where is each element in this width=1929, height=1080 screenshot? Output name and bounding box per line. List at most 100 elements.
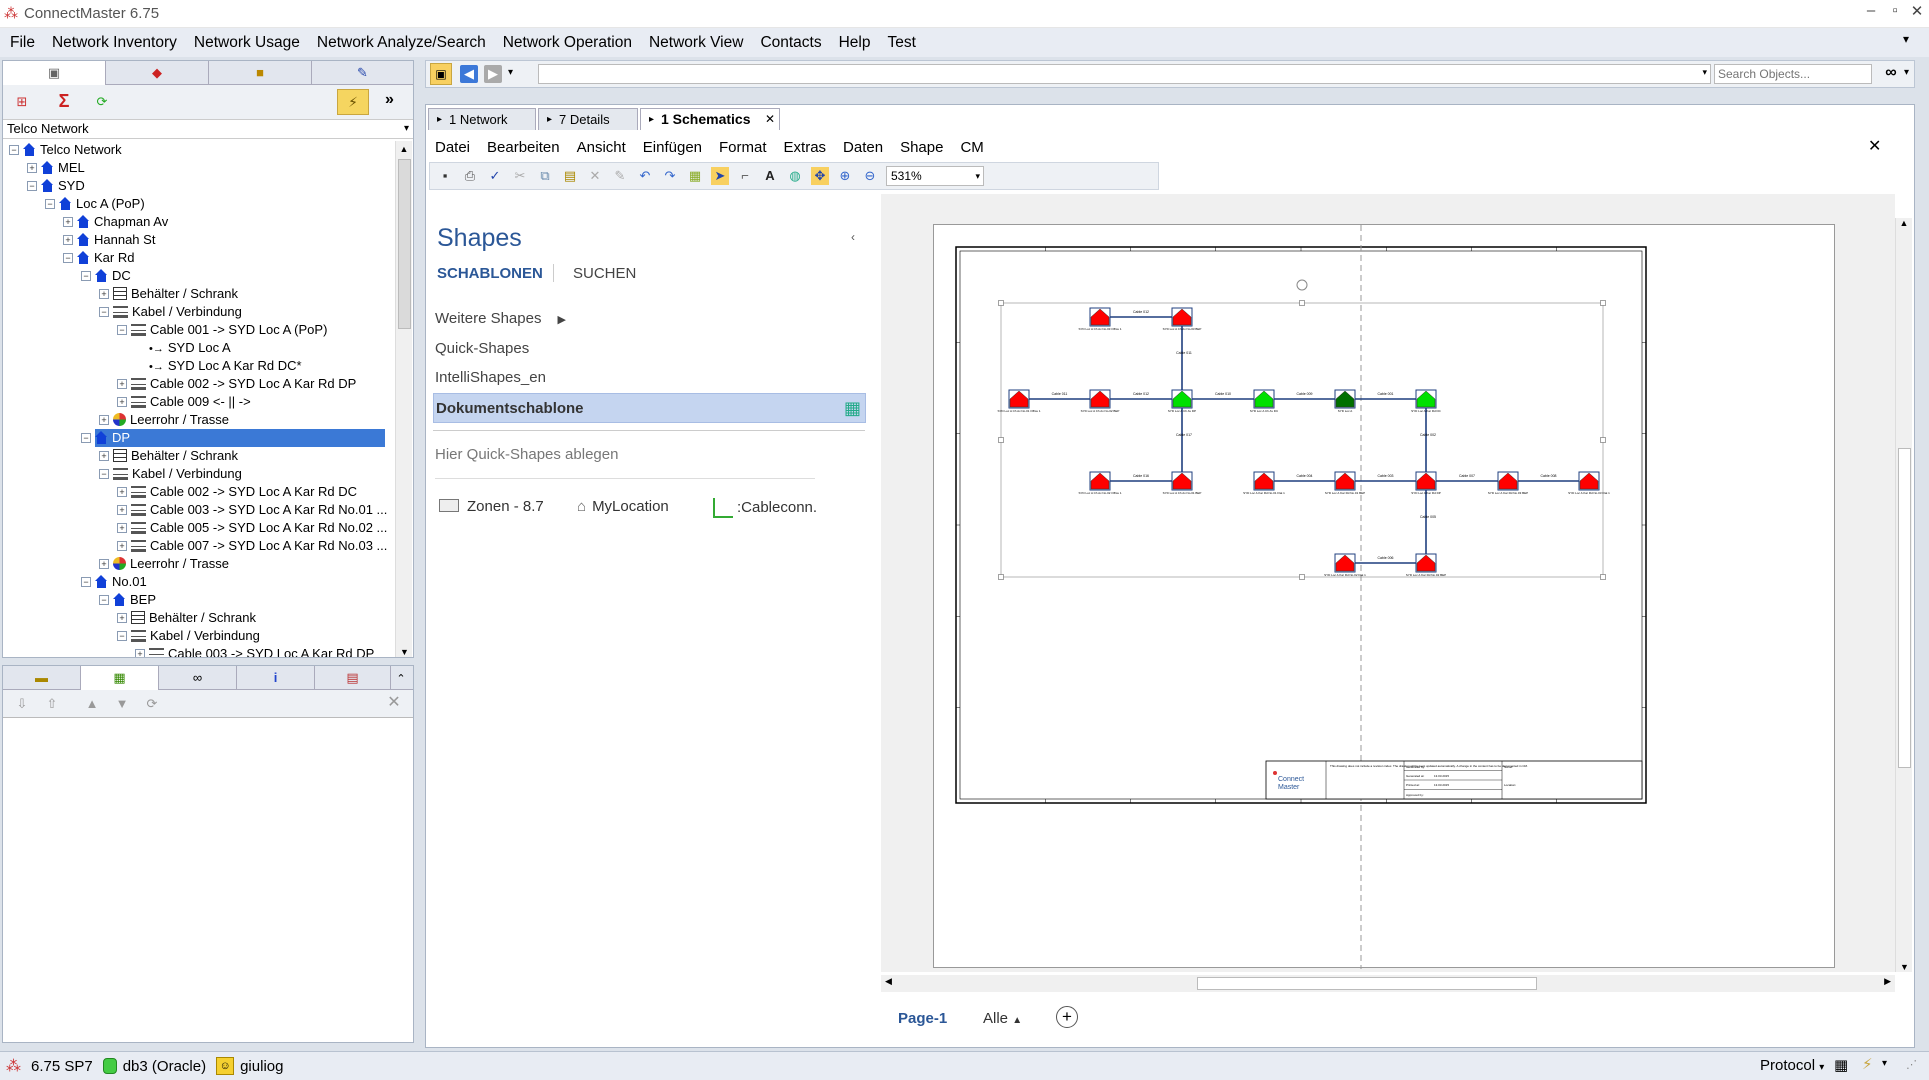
canvas-scroll-right-icon[interactable]: ▶ [1884, 976, 1891, 987]
binoculars-search-icon[interactable]: ∞ [1882, 64, 1900, 82]
selection-handle[interactable] [998, 574, 1004, 580]
collapse-node-icon[interactable]: − [99, 469, 109, 479]
collapse-node-icon[interactable]: − [117, 325, 127, 335]
tree-node[interactable]: •→ SYD Loc A Kar Rd DC* [3, 357, 395, 375]
network-selector[interactable]: Telco Network ▾ [3, 119, 413, 139]
forward-icon[interactable]: ▶ [484, 65, 502, 83]
tree-node[interactable]: + Cable 007 -> SYD Loc A Kar Rd No.03 ... [3, 537, 395, 555]
tree-node[interactable]: + Cable 003 -> SYD Loc A Kar Rd DP [3, 645, 395, 657]
expand-node-icon[interactable]: + [63, 217, 73, 227]
close-button[interactable]: ✕ [1903, 2, 1929, 20]
pan-tool-icon[interactable]: ✥ [811, 167, 829, 185]
move-up-icon[interactable]: ⇧ [43, 695, 61, 713]
tab-suchen[interactable]: SUCHEN [573, 265, 636, 282]
collapse-node-icon[interactable]: − [63, 253, 73, 263]
tree-node[interactable]: − BEP [3, 591, 395, 609]
back-icon[interactable]: ◀ [460, 65, 478, 83]
print-doc-icon[interactable]: ⎙ [461, 167, 479, 185]
canvas-h-scrollbar[interactable]: ◀ ▶ [881, 975, 1895, 992]
menu-help[interactable]: Help [839, 34, 871, 52]
expand-node-icon[interactable]: + [99, 451, 109, 461]
tree-node[interactable]: + Cable 003 -> SYD Loc A Kar Rd No.01 ... [3, 501, 395, 519]
zoom-out-icon[interactable]: ⊖ [861, 167, 879, 185]
editor-menu-daten[interactable]: Daten [843, 139, 883, 156]
tree-node[interactable]: − Loc A (PoP) [3, 195, 395, 213]
expand-node-icon[interactable]: + [117, 523, 127, 533]
stencil-item-intelli[interactable]: IntelliShapes_en [435, 369, 546, 386]
paste-icon[interactable]: ▤ [561, 167, 579, 185]
menu-network-analyze-search[interactable]: Network Analyze/Search [317, 34, 486, 52]
collapse-shapes-icon[interactable]: ‹ [851, 230, 855, 244]
editor-menu-cm[interactable]: CM [960, 139, 983, 156]
nav-tab-analyze[interactable]: ■ [209, 61, 312, 85]
cut-icon[interactable]: ✂ [511, 167, 529, 185]
tree-node[interactable]: − Telco Network [3, 141, 395, 159]
nav-tab-usage[interactable]: ◆ [106, 61, 209, 85]
zoom-dropdown-icon[interactable]: ▾ [975, 167, 980, 185]
tree-node[interactable]: + Hannah St [3, 231, 395, 249]
tree-filter-icon[interactable]: ⊞ [13, 93, 31, 111]
editor-menu-datei[interactable]: Datei [435, 139, 470, 156]
shapes-icon[interactable]: ▦ [686, 167, 704, 185]
tree-node[interactable]: − Kabel / Verbindung [3, 303, 395, 321]
tree-node[interactable]: − Kabel / Verbindung [3, 465, 395, 483]
tree-node[interactable]: − Cable 001 -> SYD Loc A (PoP) [3, 321, 395, 339]
pointer-tool-icon[interactable]: ➤ [711, 167, 729, 185]
canvas-scroll-up-icon[interactable]: ▲ [1896, 218, 1912, 234]
stencil-item-more[interactable]: Weitere Shapes ▶ [435, 310, 566, 327]
tree-node[interactable]: − No.01 [3, 573, 395, 591]
layout-button[interactable]: ▣ [430, 63, 452, 85]
connector-tool-icon[interactable]: ⌐ [736, 167, 754, 185]
menu-contacts[interactable]: Contacts [760, 34, 821, 52]
page-tab-page-1[interactable]: Page-1 [898, 1010, 947, 1027]
tree-node[interactable]: − DP [3, 429, 395, 447]
tree-node[interactable]: + Cable 002 -> SYD Loc A Kar Rd DC [3, 483, 395, 501]
add-page-button[interactable]: + [1056, 1006, 1078, 1028]
selection-box[interactable] [1000, 302, 1604, 578]
collapse-node-icon[interactable]: − [81, 271, 91, 281]
doc-tab-7-details[interactable]: ▸ 7 Details [538, 108, 638, 130]
protocol-button[interactable]: Protocol ▾ [1760, 1057, 1824, 1074]
canvas-scroll-left-icon[interactable]: ◀ [885, 976, 892, 987]
all-pages-button[interactable]: Alle ▲ [983, 1010, 1022, 1027]
tree-node[interactable]: + Cable 002 -> SYD Loc A Kar Rd DP [3, 375, 395, 393]
fill-icon[interactable]: ◍ [786, 167, 804, 185]
menu-network-view[interactable]: Network View [649, 34, 743, 52]
tree-node[interactable]: •→ SYD Loc A [3, 339, 395, 357]
collapse-panel-button[interactable]: ⌃ [391, 666, 411, 690]
expand-node-icon[interactable]: + [135, 649, 145, 657]
arrow-up-icon[interactable]: ▲ [83, 695, 101, 713]
doc-tab-1-schematics[interactable]: ▸ 1 Schematics ✕ [640, 108, 780, 130]
canvas-scroll-thumb[interactable] [1898, 448, 1911, 768]
prop-tab-table[interactable]: ▦ [81, 666, 159, 690]
search-objects-input[interactable] [1714, 64, 1872, 84]
expand-node-icon[interactable]: + [117, 397, 127, 407]
doc-tab-1-network[interactable]: ▸ 1 Network [428, 108, 536, 130]
menu-network-inventory[interactable]: Network Inventory [52, 34, 177, 52]
lightning-button[interactable]: ⚡ [337, 89, 369, 115]
collapse-node-icon[interactable]: − [9, 145, 19, 155]
sum-icon[interactable]: Σ [55, 92, 73, 110]
nav-tab-operation[interactable]: ✎ [312, 61, 413, 85]
collapse-node-icon[interactable]: − [117, 631, 127, 641]
nav-tab-inventory[interactable]: ▣ [3, 61, 106, 85]
collapse-node-icon[interactable]: − [99, 307, 109, 317]
tree-scrollbar[interactable]: ▲ ▼ [395, 141, 412, 657]
lightning-status-icon[interactable]: ⚡ [1862, 1055, 1873, 1073]
reload-icon[interactable]: ⟳ [143, 695, 161, 713]
dropdown-arrow-icon[interactable]: ▾ [404, 120, 409, 138]
undo-icon[interactable]: ↶ [636, 167, 654, 185]
zoom-select[interactable]: 531% ▾ [886, 166, 984, 186]
expand-node-icon[interactable]: + [117, 541, 127, 551]
canvas-h-scroll-thumb[interactable] [1197, 977, 1537, 990]
drawing-page[interactable]: Connect Master This drawing does not inclu… [933, 224, 1835, 969]
drawing-canvas[interactable]: Connect Master This drawing does not inclu… [881, 194, 1895, 972]
tree-node[interactable]: − DC [3, 267, 395, 285]
expand-node-icon[interactable]: + [99, 559, 109, 569]
spellcheck-icon[interactable]: ✓ [486, 167, 504, 185]
stencil-zonen[interactable]: Zonen - 8.7 [439, 498, 544, 515]
tree-node[interactable]: + Leerrohr / Trasse [3, 411, 395, 429]
prop-tab-print[interactable]: ▤ [315, 666, 391, 690]
collapse-node-icon[interactable]: − [99, 595, 109, 605]
tree-node[interactable]: + Behälter / Schrank [3, 447, 395, 465]
